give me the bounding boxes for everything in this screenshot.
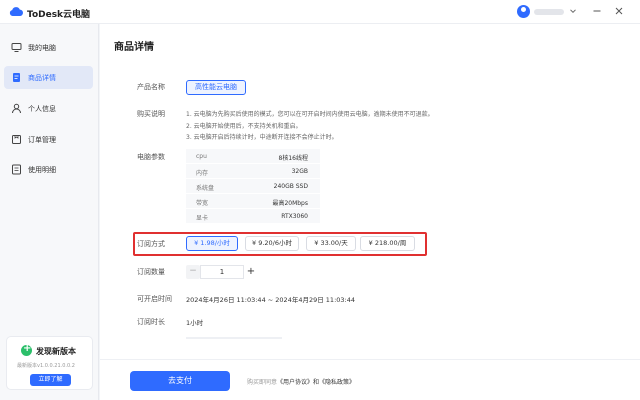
sidebar-item-usage-details[interactable]: 使用明细: [4, 158, 93, 181]
duration-label: 订阅时长: [137, 318, 165, 326]
open-time-value: 2024年4月26日 11:03:44 ~ 2024年4月29日 11:03:4…: [186, 296, 355, 304]
sidebar: 我的电脑 商品详情 个人信息 订单管理 使用明细 发现新版本: [0, 24, 99, 400]
learn-more-button[interactable]: 立即了解: [30, 374, 71, 386]
spec-key: 系统盘: [196, 185, 215, 192]
sidebar-item-label: 个人信息: [28, 105, 56, 113]
spec-key: 显卡: [196, 215, 209, 222]
quantity-input[interactable]: 1: [200, 265, 244, 279]
sidebar-item-label: 订单管理: [28, 136, 56, 144]
spec-key: cpu: [196, 153, 207, 160]
update-title: 发现新版本: [36, 347, 76, 356]
sidebar-item-label: 使用明细: [28, 166, 56, 174]
specs-table: cpu 8核16线程 内存 32GB 系统盘 240GB SSD 带宽 最高20…: [186, 149, 320, 224]
minimize-icon[interactable]: [592, 6, 602, 16]
spec-row: 显卡 RTX3060: [186, 209, 320, 224]
product-name-label: 产品名称: [137, 83, 165, 91]
spec-value: RTX3060: [281, 213, 308, 220]
sidebar-item-label: 商品详情: [28, 74, 56, 82]
quantity-label: 订阅数量: [137, 268, 165, 276]
cloud-logo-icon: [9, 7, 23, 16]
user-avatar[interactable]: [517, 5, 530, 18]
purchase-desc-line: 2. 云电脑开始使用后，不支持关机和重启。: [186, 123, 302, 130]
spec-row: 带宽 最高20Mbps: [186, 194, 320, 209]
spec-key: 带宽: [196, 200, 209, 207]
spec-value: 240GB SSD: [273, 183, 308, 190]
sidebar-item-label: 我的电脑: [28, 44, 56, 52]
subscription-option-daily[interactable]: ¥ 33.00/天: [306, 236, 356, 251]
subscription-option-6-hours[interactable]: ¥ 9.20/6小时: [245, 236, 299, 251]
username-redacted[interactable]: [534, 9, 564, 15]
spec-row: 系统盘 240GB SSD: [186, 179, 320, 194]
subscription-label: 订阅方式: [137, 240, 165, 248]
agreement-links[interactable]: 《用户协议》和《隐私政策》: [277, 379, 355, 386]
monitor-icon: [11, 43, 22, 52]
subscription-option-hourly[interactable]: ¥ 1.98/小时: [186, 236, 238, 251]
decrement-button[interactable]: −: [186, 265, 200, 279]
spec-row: cpu 8核16线程: [186, 149, 320, 164]
sidebar-item-order-management[interactable]: 订单管理: [4, 128, 93, 151]
increment-button[interactable]: +: [244, 265, 258, 279]
list-icon: [12, 164, 21, 175]
document-icon: [13, 73, 20, 82]
app-title: ToDesk云电脑: [27, 10, 91, 20]
sidebar-item-my-computer[interactable]: 我的电脑: [4, 36, 93, 59]
close-icon[interactable]: [614, 6, 624, 16]
spec-key: 内存: [196, 170, 209, 177]
update-card: 发现新版本 最新版本v1.0.0.21.0.0.2 立即了解: [6, 336, 93, 390]
spec-row: 内存 32GB: [186, 164, 320, 179]
title-bar: ToDesk云电脑: [0, 0, 640, 24]
purchase-desc-line: 3. 云电脑开启后持续计时，中途断开连接不会停止计时。: [186, 134, 338, 141]
main-content: 商品详情 产品名称 高性能云电脑 购买说明 1. 云电脑为先购买后使用的模式，您…: [100, 24, 640, 400]
quantity-stepper: − 1 +: [186, 265, 258, 279]
agreement-text: 购买即同意《用户协议》和《隐私政策》: [247, 377, 355, 386]
spec-value: 最高20Mbps: [272, 200, 308, 207]
purchase-desc-label: 购买说明: [137, 110, 165, 118]
chevron-down-icon[interactable]: [569, 7, 577, 15]
spec-value: 8核16线程: [278, 155, 308, 162]
product-name-tag[interactable]: 高性能云电脑: [186, 80, 246, 95]
faded-content-bar: [186, 337, 282, 339]
specs-label: 电脑参数: [137, 153, 165, 161]
purchase-desc-line: 1. 云电脑为先购买后使用的模式，您可以在可开启时间内使用云电脑，逾期未使用不可…: [186, 111, 434, 118]
pay-button[interactable]: 去支付: [130, 371, 230, 391]
duration-value: 1小时: [186, 319, 204, 327]
sidebar-item-personal-info[interactable]: 个人信息: [4, 97, 93, 120]
page-title: 商品详情: [114, 42, 154, 53]
update-version: 最新版本v1.0.0.21.0.0.2: [17, 363, 75, 369]
open-time-label: 可开启时间: [137, 295, 172, 303]
agreement-prefix: 购买即同意: [247, 379, 278, 386]
sidebar-item-product-detail[interactable]: 商品详情: [4, 66, 93, 89]
order-icon: [12, 135, 21, 144]
user-icon: [12, 103, 21, 114]
plus-circle-icon: [21, 343, 32, 356]
subscription-option-weekly[interactable]: ¥ 218.00/周: [360, 236, 415, 251]
spec-value: 32GB: [291, 168, 308, 175]
footer-bar: 去支付 购买即同意《用户协议》和《隐私政策》: [100, 359, 640, 400]
